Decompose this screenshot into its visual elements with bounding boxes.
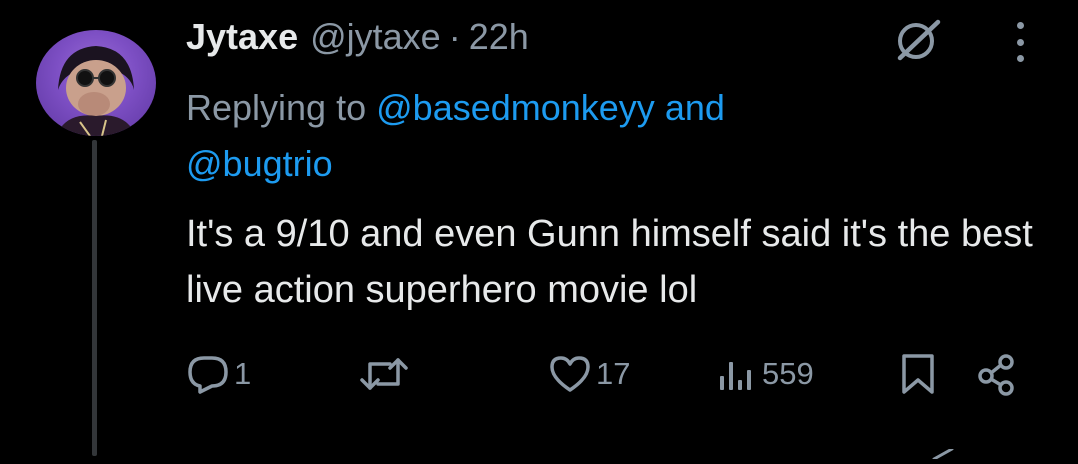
views-button[interactable]: 559 — [716, 346, 814, 402]
more-options-icon[interactable] — [1000, 20, 1040, 64]
reply-icon — [188, 356, 228, 394]
views-icon — [720, 362, 751, 390]
mention-and: and — [664, 87, 725, 128]
repost-icon — [360, 358, 408, 390]
next-tweet-grok-icon — [930, 446, 956, 461]
mention-link-1[interactable]: @basedmonkeyy — [376, 87, 655, 128]
author-handle[interactable]: @jytaxe — [310, 16, 441, 58]
like-button[interactable]: 17 — [548, 346, 630, 402]
replying-to: Replying to @basedmonkeyy and @bugtrio — [186, 80, 946, 192]
like-count: 17 — [596, 356, 631, 391]
share-button[interactable] — [974, 346, 1018, 402]
avatar-image — [56, 46, 136, 136]
grok-icon[interactable] — [890, 18, 946, 62]
repost-button[interactable] — [360, 346, 412, 402]
bookmark-button[interactable] — [898, 346, 938, 402]
bookmark-icon — [902, 354, 934, 394]
tweet-header: Jytaxe @jytaxe · 22h — [186, 16, 529, 66]
reply-count: 1 — [234, 356, 252, 391]
action-bar: 1 17 559 — [186, 346, 1046, 402]
tweet-text: It's a 9/10 and even Gunn himself said i… — [186, 213, 1033, 311]
avatar[interactable] — [36, 30, 156, 136]
replying-to-label: Replying to — [186, 87, 367, 128]
author-name[interactable]: Jytaxe — [186, 16, 298, 58]
separator-dot: · — [448, 16, 461, 57]
timestamp[interactable]: 22h — [469, 16, 529, 58]
mention-link-2[interactable]: @bugtrio — [186, 143, 333, 184]
views-count: 559 — [762, 356, 814, 391]
reply-button[interactable]: 1 — [186, 346, 251, 402]
share-icon — [978, 354, 1014, 396]
heart-icon — [550, 356, 590, 392]
thread-line — [92, 140, 97, 456]
